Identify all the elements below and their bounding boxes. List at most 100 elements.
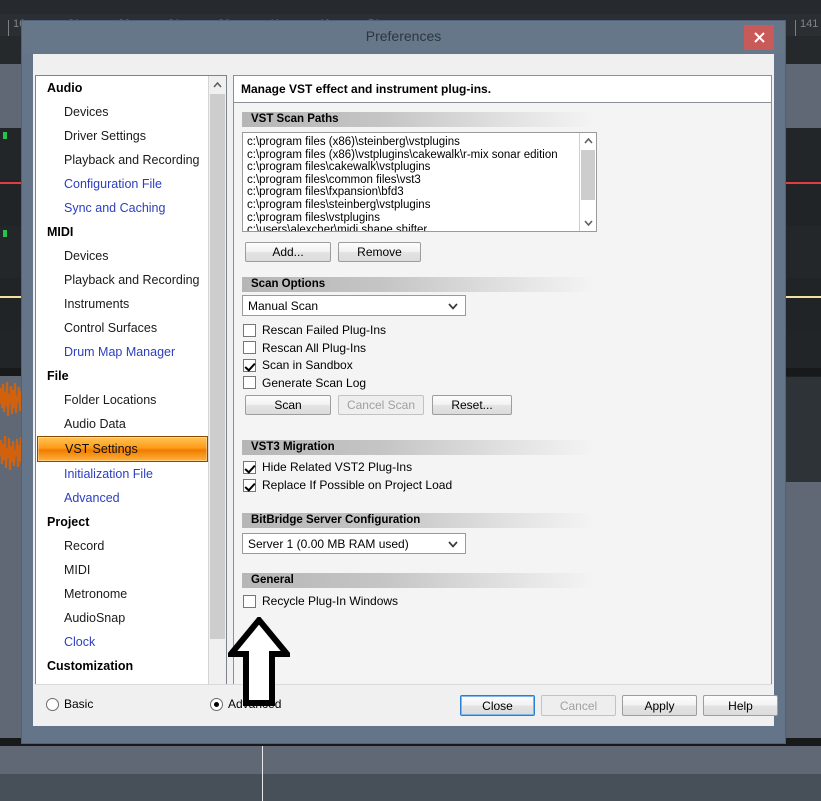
sidebar-item-playback-and-recording[interactable]: Playback and Recording xyxy=(36,148,209,172)
checkbox-label: Replace If Possible on Project Load xyxy=(262,478,453,492)
close-icon[interactable] xyxy=(744,25,774,50)
checkbox-label: Generate Scan Log xyxy=(262,375,367,390)
checkbox-label: Rescan Failed Plug-Ins xyxy=(262,323,387,337)
dialog-title: Preferences xyxy=(365,28,442,44)
dialog-title-bar[interactable]: Preferences xyxy=(22,21,785,54)
scan-path-row[interactable]: c:\program files (x86)\steinberg\vstplug… xyxy=(243,136,579,149)
radio-icon xyxy=(46,697,59,711)
sidebar-item-drum-map-manager[interactable]: Drum Map Manager xyxy=(36,340,209,364)
sidebar-item-playback-and-recording[interactable]: Playback and Recording xyxy=(36,268,209,292)
sidebar-item-record[interactable]: Record xyxy=(36,534,209,558)
scan-button[interactable]: Scan xyxy=(245,395,331,415)
apply-button[interactable]: Apply xyxy=(622,695,697,716)
checkbox-icon xyxy=(243,594,256,608)
sidebar-item-initialization-file[interactable]: Initialization File xyxy=(36,462,209,486)
scan-path-row[interactable]: c:\program files\fxpansion\bfd3 xyxy=(243,186,579,199)
ruler-mark: 141 xyxy=(800,18,819,30)
checkbox-generate-scan-log[interactable]: Generate Scan Log xyxy=(243,376,366,390)
checkbox-icon xyxy=(243,341,256,354)
cancel-button: Cancel xyxy=(541,695,616,716)
automation-line xyxy=(783,182,821,184)
sidebar-item-configuration-file[interactable]: Configuration File xyxy=(36,172,209,196)
sidebar-scroll-thumb[interactable] xyxy=(210,94,225,639)
reset-scan-button[interactable]: Reset... xyxy=(432,395,512,415)
scan-path-row[interactable]: c:\program files\cakewalk\vstplugins xyxy=(243,161,579,174)
help-button[interactable]: Help xyxy=(703,695,778,716)
sidebar-group-customization: Customization xyxy=(47,659,134,673)
hint-bar: Manage VST effect and instrument plug-in… xyxy=(233,75,772,103)
hint-text: Manage VST effect and instrument plug-in… xyxy=(241,82,492,96)
chevron-down-icon xyxy=(448,299,458,313)
mode-radio-basic[interactable]: Basic xyxy=(46,697,93,711)
playhead[interactable] xyxy=(262,746,263,801)
preferences-dialog: Preferences Audio Devices Driver Settings P… xyxy=(22,21,785,743)
sidebar-item-control-surfaces[interactable]: Control Surfaces xyxy=(36,316,209,340)
checkbox-checked-icon xyxy=(243,460,256,474)
group-header-scan-paths: VST Scan Paths xyxy=(242,112,596,127)
sidebar-item-audiosnap[interactable]: AudioSnap xyxy=(36,606,209,630)
mode-radio-basic-label: Basic xyxy=(64,697,94,711)
sidebar-group-project: Project xyxy=(47,515,90,529)
sidebar-item-sync-and-caching[interactable]: Sync and Caching xyxy=(36,196,209,220)
remove-path-button[interactable]: Remove xyxy=(338,242,421,262)
scan-paths-scroll-thumb[interactable] xyxy=(581,150,595,200)
scan-path-row[interactable]: c:\program files (x86)\vstplugins\cakewa… xyxy=(243,149,579,162)
radio-icon-selected xyxy=(210,697,223,711)
close-button[interactable]: Close xyxy=(460,695,535,716)
checkbox-label: Scan in Sandbox xyxy=(262,358,353,372)
checkbox-checked-icon xyxy=(243,358,256,372)
scroll-up-icon[interactable] xyxy=(580,133,596,149)
checkbox-recycle-plug-in-windows[interactable]: Recycle Plug-In Windows xyxy=(243,594,398,608)
up-arrow-annotation xyxy=(228,617,290,706)
sidebar-item-midi[interactable]: MIDI xyxy=(36,558,209,582)
scan-path-row[interactable]: c:\users\alexcher\midi shape shifter xyxy=(243,224,579,231)
sidebar-group-midi: MIDI xyxy=(47,225,74,239)
group-header-general: General xyxy=(242,573,596,588)
checkbox-icon xyxy=(243,376,256,389)
checkbox-replace-if-possible-on-project-load[interactable]: Replace If Possible on Project Load xyxy=(243,478,452,492)
dialog-footer: Basic Advanced Close Cancel Apply Help xyxy=(35,684,778,724)
checkbox-label: Hide Related VST2 Plug-Ins xyxy=(262,460,413,474)
scan-mode-select[interactable]: Manual Scan xyxy=(242,295,466,316)
sidebar-item-instruments[interactable]: Instruments xyxy=(36,292,209,316)
scan-path-row[interactable]: c:\program files\vstplugins xyxy=(243,212,579,225)
sidebar-item-advanced[interactable]: Advanced xyxy=(36,486,209,510)
scroll-up-icon[interactable] xyxy=(209,76,226,93)
chevron-down-icon xyxy=(448,537,458,551)
group-header-vst3-migration: VST3 Migration xyxy=(242,440,596,455)
daw-menu-strip xyxy=(0,0,821,15)
group-header-bitbridge: BitBridge Server Configuration xyxy=(242,513,596,528)
sidebar-group-audio: Audio xyxy=(47,81,83,95)
checkbox-label: Recycle Plug-In Windows xyxy=(262,594,399,608)
sidebar-item-audio-data[interactable]: Audio Data xyxy=(36,412,209,436)
sidebar-nav-list: Audio Devices Driver Settings Playback and … xyxy=(36,76,209,702)
scan-paths-scrollbar[interactable] xyxy=(579,133,596,231)
sidebar-item-folder-locations[interactable]: Folder Locations xyxy=(36,388,209,412)
checkbox-hide-related-vst2-plug-ins[interactable]: Hide Related VST2 Plug-Ins xyxy=(243,460,412,474)
sidebar-item-vst-settings[interactable]: VST Settings xyxy=(37,436,208,462)
sidebar-item-metronome[interactable]: Metronome xyxy=(36,582,209,606)
bitbridge-server-value: Server 1 (0.00 MB RAM used) xyxy=(248,536,409,551)
checkbox-rescan-all-plug-ins[interactable]: Rescan All Plug-Ins xyxy=(243,341,366,355)
scan-path-row[interactable]: c:\program files\steinberg\vstplugins xyxy=(243,199,579,212)
scan-paths-list[interactable]: c:\program files (x86)\steinberg\vstplug… xyxy=(242,132,597,232)
settings-sidebar[interactable]: Audio Devices Driver Settings Playback and … xyxy=(35,75,227,706)
automation-line xyxy=(783,296,821,298)
sidebar-scrollbar[interactable] xyxy=(208,76,226,705)
checkbox-rescan-failed-plug-ins[interactable]: Rescan Failed Plug-Ins xyxy=(243,323,386,337)
sidebar-item-driver-settings[interactable]: Driver Settings xyxy=(36,124,209,148)
scan-mode-value: Manual Scan xyxy=(248,298,319,313)
sidebar-item-devices[interactable]: Devices xyxy=(36,100,209,124)
bitbridge-server-select[interactable]: Server 1 (0.00 MB RAM used) xyxy=(242,533,466,554)
scan-path-row[interactable]: c:\program files\common files\vst3 xyxy=(243,174,579,187)
checkbox-label: Rescan All Plug-Ins xyxy=(262,340,367,355)
checkbox-icon xyxy=(243,323,256,337)
scroll-down-icon[interactable] xyxy=(580,215,596,231)
sidebar-item-clock[interactable]: Clock xyxy=(36,630,209,654)
checkbox-scan-in-sandbox[interactable]: Scan in Sandbox xyxy=(243,358,353,372)
sidebar-group-file: File xyxy=(47,369,69,383)
add-path-button[interactable]: Add... xyxy=(245,242,331,262)
cancel-scan-button: Cancel Scan xyxy=(338,395,424,415)
group-header-scan-options: Scan Options xyxy=(242,277,596,292)
sidebar-item-devices[interactable]: Devices xyxy=(36,244,209,268)
